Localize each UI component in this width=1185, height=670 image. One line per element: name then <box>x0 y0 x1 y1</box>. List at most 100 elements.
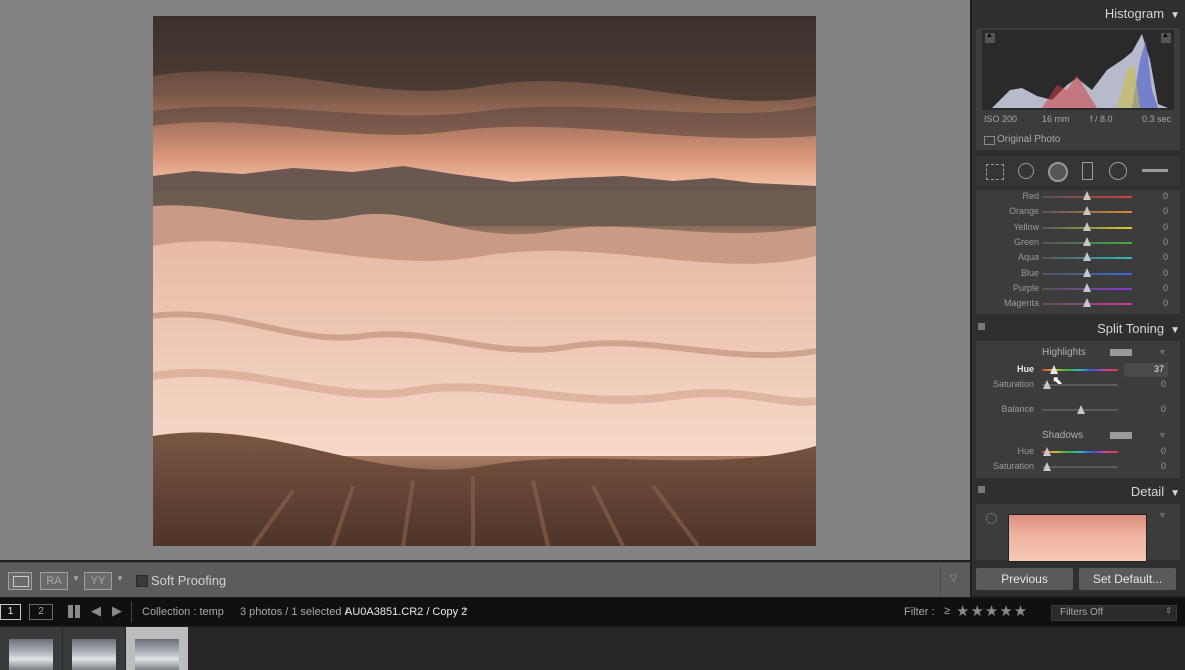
hsl-row-green[interactable]: Green 0 <box>976 236 1180 252</box>
hsl-row-red[interactable]: Red 0 <box>976 191 1180 206</box>
highlight-clipping-icon[interactable]: ▲ <box>1161 32 1171 43</box>
hsl-row-value: 0 <box>1162 221 1168 232</box>
hue-value-field[interactable]: 37 <box>1124 363 1168 377</box>
window-2-button[interactable]: 2 <box>29 604 53 620</box>
hsl-slider-thumb[interactable] <box>1083 252 1091 262</box>
ra-dropdown-icon[interactable]: ▼ <box>72 574 80 583</box>
hsl-slider-thumb[interactable] <box>1083 221 1091 231</box>
shadows-saturation-label: Saturation <box>992 461 1034 471</box>
graduated-filter-icon[interactable] <box>1082 162 1093 180</box>
split-toning-header[interactable]: Split Toning ▼ <box>976 317 1180 341</box>
filters-off-select[interactable]: Filters Off ⇕ <box>1051 605 1177 621</box>
red-eye-icon[interactable] <box>1048 162 1068 182</box>
hsl-row-label: Yellow <box>1013 221 1039 232</box>
yy-dropdown-icon[interactable]: ▼ <box>116 574 124 583</box>
collection-label[interactable]: Collection : temp <box>142 606 224 618</box>
hsl-slider-thumb[interactable] <box>1083 282 1091 292</box>
divider <box>131 602 132 622</box>
histogram-header[interactable]: Histogram ▼ <box>976 2 1180 26</box>
hsl-slider-thumb[interactable] <box>1083 236 1091 246</box>
highlights-menu-icon[interactable]: ▼ <box>1158 347 1167 357</box>
hsl-row-label: Orange <box>1008 206 1039 217</box>
saturation-slider-track[interactable] <box>1042 384 1118 386</box>
thumbnail-2[interactable] <box>63 627 125 670</box>
shadow-clipping-icon[interactable]: ▲ <box>985 32 995 43</box>
thumbnail-3-selected[interactable] <box>126 627 188 670</box>
filters-off-label: Filters Off <box>1060 607 1104 618</box>
hsl-row-yellow[interactable]: Yellow 0 <box>976 221 1180 237</box>
hsl-slider-thumb[interactable] <box>1083 191 1091 200</box>
target-adjust-icon[interactable] <box>986 513 997 524</box>
balance-slider-thumb[interactable] <box>1077 405 1085 414</box>
toolbar-menu-icon[interactable]: ▽ <box>950 573 958 584</box>
collapse-triangle-icon: ▼ <box>1170 325 1180 336</box>
thumbnail-image <box>135 639 179 670</box>
window-1-button[interactable]: 1 <box>0 604 21 620</box>
split-toning-toggle[interactable] <box>978 323 985 330</box>
saturation-slider-thumb[interactable] <box>1043 380 1051 389</box>
hsl-slider-thumb[interactable] <box>1083 298 1091 308</box>
rating-stars[interactable]: ★★★★★ <box>956 602 1028 620</box>
filename[interactable]: AU0A3851.CR2 / Copy 2 <box>345 606 467 618</box>
collapse-triangle-icon: ▼ <box>1170 488 1180 499</box>
adjustment-brush-icon[interactable] <box>1142 169 1168 172</box>
original-photo-checkbox[interactable] <box>984 136 995 145</box>
filter-operator[interactable]: ≥ <box>944 605 950 617</box>
hsl-slider-thumb[interactable] <box>1083 267 1091 277</box>
focal-length-text: 16 mm <box>1042 114 1070 124</box>
arrow-right-icon[interactable]: ▶ <box>112 603 122 619</box>
shadows-hue-row[interactable]: Hue 0 <box>976 445 1180 460</box>
balance-value: 0 <box>1160 404 1166 414</box>
filename-dropdown-icon[interactable]: ▼ <box>462 607 469 614</box>
hsl-row-magenta[interactable]: Magenta 0 <box>976 298 1180 313</box>
detail-preview[interactable] <box>1008 514 1147 562</box>
hsl-row-aqua[interactable]: Aqua 0 <box>976 252 1180 267</box>
set-default-button[interactable]: Set Default... <box>1079 568 1176 590</box>
thumbnail-1[interactable] <box>0 627 62 670</box>
crop-tool-icon[interactable] <box>986 164 1004 180</box>
shadows-saturation-track[interactable] <box>1042 466 1118 468</box>
arrow-left-icon[interactable]: ◀ <box>91 603 101 619</box>
original-photo-label: Original Photo <box>997 134 1061 145</box>
photo-preview[interactable] <box>153 16 816 546</box>
soft-proofing-checkbox[interactable] <box>136 575 148 587</box>
hsl-row-label: Red <box>1022 191 1039 201</box>
radial-filter-icon[interactable] <box>1109 162 1127 180</box>
aperture-text: f / 8.0 <box>1090 114 1113 124</box>
highlights-hue-row[interactable]: Hue 37 <box>976 363 1180 378</box>
photo-scene <box>153 16 816 546</box>
shadows-saturation-row[interactable]: Saturation 0 <box>976 460 1180 475</box>
before-after-yy-button[interactable]: YY <box>84 572 112 590</box>
shadows-hue-track[interactable] <box>1042 451 1118 453</box>
highlights-label: Highlights <box>1042 347 1086 358</box>
highlights-color-swatch[interactable] <box>1110 349 1132 356</box>
detail-menu-icon[interactable]: ▼ <box>1158 510 1167 520</box>
detail-toggle[interactable] <box>978 486 985 493</box>
saturation-value: 0 <box>1160 379 1166 389</box>
hsl-row-purple[interactable]: Purple 0 <box>976 282 1180 298</box>
shadows-menu-icon[interactable]: ▼ <box>1158 430 1167 440</box>
balance-row[interactable]: Balance 0 <box>976 403 1180 418</box>
grid-icon[interactable] <box>68 605 81 618</box>
hsl-row-orange[interactable]: Orange 0 <box>976 206 1180 221</box>
hsl-row-value: 0 <box>1162 267 1168 278</box>
hsl-row-blue[interactable]: Blue 0 <box>976 267 1180 283</box>
loupe-view-button[interactable] <box>8 572 32 590</box>
tool-strip <box>976 156 1180 186</box>
filmstrip-thumbnails <box>0 627 1185 670</box>
hsl-row-label: Magenta <box>1003 298 1039 309</box>
highlights-saturation-row[interactable]: Saturation 0 <box>976 378 1180 393</box>
split-toning-panel: Highlights ▼ Hue 37 ⬉ Saturation 0 Balan… <box>976 341 1180 478</box>
hsl-row-label: Purple <box>1012 282 1039 293</box>
spot-removal-icon[interactable] <box>1018 163 1034 179</box>
before-after-ra-button[interactable]: RA <box>40 572 68 590</box>
develop-right-panel: Histogram ▼ ▲ ▲ ISO 200 16 mm f / 8.0 0.3… <box>972 0 1185 596</box>
previous-button[interactable]: Previous <box>976 568 1073 590</box>
detail-header[interactable]: Detail ▼ <box>976 480 1180 504</box>
shadows-hue-thumb[interactable] <box>1043 447 1051 456</box>
hue-label: Hue <box>1016 364 1034 374</box>
hsl-row-value: 0 <box>1162 191 1168 201</box>
shadows-saturation-thumb[interactable] <box>1043 462 1051 471</box>
shadows-color-swatch[interactable] <box>1110 432 1132 439</box>
hsl-slider-thumb[interactable] <box>1083 206 1091 216</box>
